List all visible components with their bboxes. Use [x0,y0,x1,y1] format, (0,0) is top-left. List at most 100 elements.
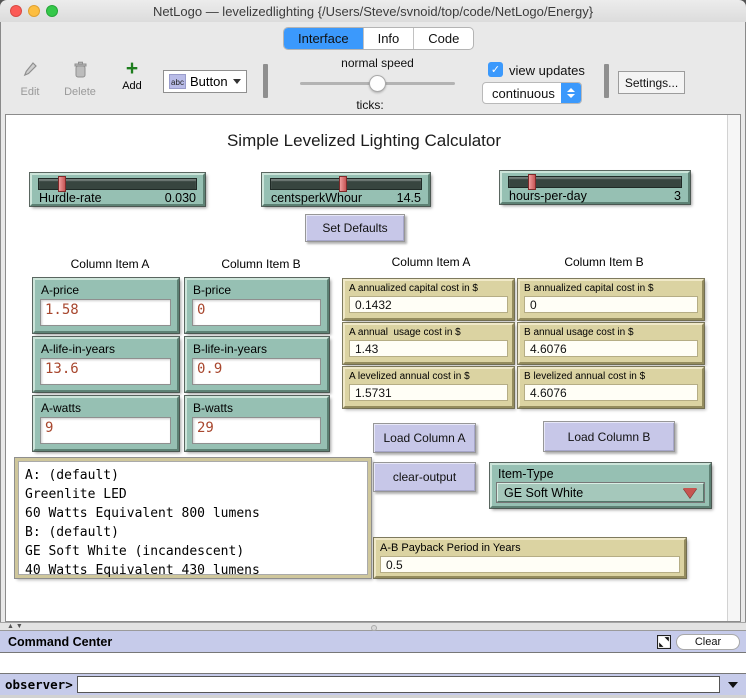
input-label: A-watts [35,398,177,416]
monitor-label: B annualized capital cost in $ [520,281,702,295]
input-b-watts[interactable]: B-watts 29 [185,396,329,451]
title-bar: NetLogo — levelizedlighting {/Users/Stev… [0,0,746,22]
item-type-chooser[interactable]: Item-Type GE Soft White [490,463,711,508]
splitter-grip-icon[interactable] [371,625,377,631]
add-button[interactable]: + Add [112,60,152,92]
view-updates-checkbox[interactable]: ✓ [488,62,503,77]
pencil-icon [23,61,38,79]
window-title: NetLogo — levelizedlighting {/Users/Stev… [0,4,746,19]
column-header-b-monitors: Column Item B [514,255,694,269]
slider-name: hours-per-day [509,189,587,203]
input-field[interactable]: 9 [40,417,171,444]
add-label: Add [112,80,152,92]
chevron-down-icon [233,79,241,84]
monitor-label: A levelized annual cost in $ [345,369,512,383]
model-title-note: Simple Levelized Lighting Calculator [6,131,722,151]
slider-centsperkwhour[interactable]: centsperkWhour 14.5 [262,173,430,206]
tab-interface[interactable]: Interface [284,28,364,49]
monitor-label: A annual usage cost in $ [345,325,512,339]
column-header-b-inputs: Column Item B [186,257,336,271]
input-field[interactable]: 29 [192,417,321,444]
monitor-label: A-B Payback Period in Years [376,540,684,555]
view-updates-label: view updates [509,63,585,78]
monitor-value: 0.1432 [349,296,508,313]
settings-button[interactable]: Settings... [618,71,685,94]
monitor-label: A annualized capital cost in $ [345,281,512,295]
update-mode-value: continuous [483,86,561,101]
slider-hours-per-day[interactable]: hours-per-day 3 [500,171,690,204]
widget-type-dropdown[interactable]: abc Button [163,70,247,93]
slider-value: 0.030 [165,191,196,205]
command-center-output [0,652,746,674]
monitor-value: 1.5731 [349,384,508,401]
monitor-a-annual-usage: A annual usage cost in $ 1.43 [343,323,514,364]
slider-name: centsperkWhour [271,191,362,205]
clear-output-button[interactable]: clear-output [373,462,476,492]
column-header-a-monitors: Column Item A [341,255,521,269]
slider-handle[interactable] [339,176,347,192]
plus-icon: + [112,60,152,78]
observer-prompt[interactable]: observer> [0,677,77,692]
column-header-a-inputs: Column Item A [30,257,190,271]
input-b-price[interactable]: B-price 0 [185,278,329,333]
delete-label: Delete [60,86,100,98]
slider-handle[interactable] [58,176,66,192]
monitor-b-annual-usage: B annual usage cost in $ 4.6076 [518,323,704,364]
load-column-a-button[interactable]: Load Column A [373,423,476,453]
monitor-label: B levelized annual cost in $ [520,369,702,383]
expand-icon[interactable] [657,635,671,649]
output-text: A: (default) Greenlite LED 60 Watts Equi… [18,461,368,575]
edit-label: Edit [10,86,50,98]
input-label: B-life-in-years [187,339,327,357]
command-center-header: Command Center Clear [0,631,746,652]
command-input[interactable] [77,676,720,693]
edit-button[interactable]: Edit [10,61,50,98]
update-mode-select[interactable]: continuous [482,82,582,104]
input-b-life-in-years[interactable]: B-life-in-years 0.9 [185,337,329,392]
input-field[interactable]: 1.58 [40,299,171,326]
widget-type-value: Button [190,74,229,89]
chooser-field[interactable]: GE Soft White [497,483,704,502]
speed-slider-label: normal speed [300,56,455,70]
input-a-watts[interactable]: A-watts 9 [33,396,179,451]
monitor-value: 1.43 [349,340,508,357]
input-field[interactable]: 13.6 [40,358,171,385]
slider-track[interactable] [508,176,682,188]
monitor-value: 4.6076 [524,384,698,401]
speed-slider[interactable] [300,82,455,85]
stepper-icons [561,82,581,104]
slider-hurdle-rate[interactable]: Hurdle-rate 0.030 [30,173,205,206]
history-dropdown-icon[interactable] [728,682,738,688]
tab-info[interactable]: Info [364,28,415,49]
command-center-splitter[interactable]: ▲▼ [0,622,746,631]
load-column-b-label: Load Column B [568,430,651,444]
input-a-price[interactable]: A-price 1.58 [33,278,179,333]
clear-button[interactable]: Clear [676,634,740,650]
chooser-dropdown-icon [683,488,697,498]
delete-button[interactable]: Delete [60,61,100,98]
monitor-value: 4.6076 [524,340,698,357]
tab-code[interactable]: Code [414,28,473,49]
tab-bar: Interface Info Code [283,27,474,50]
button-widget-icon: abc [169,74,186,89]
chooser-value: GE Soft White [504,486,683,500]
load-column-b-button[interactable]: Load Column B [543,421,675,452]
speed-slider-handle[interactable] [369,75,386,92]
vertical-scrollbar[interactable] [727,115,740,621]
splitter-collapse-icons[interactable]: ▲▼ [7,623,25,631]
monitor-value: 0 [524,296,698,313]
load-column-a-label: Load Column A [383,431,465,445]
input-field[interactable]: 0 [192,299,321,326]
input-field[interactable]: 0.9 [192,358,321,385]
monitor-value: 0.5 [380,556,680,573]
interface-panel: Simple Levelized Lighting Calculator Hur… [5,114,741,622]
input-a-life-in-years[interactable]: A-life-in-years 13.6 [33,337,179,392]
slider-track[interactable] [38,178,197,190]
set-defaults-button[interactable]: Set Defaults [305,214,405,242]
trash-icon [73,61,88,79]
command-center-title: Command Center [0,635,657,649]
netlogo-window: NetLogo — levelizedlighting {/Users/Stev… [0,0,746,698]
slider-handle[interactable] [528,174,536,190]
slider-track[interactable] [270,178,422,190]
monitor-b-levelized-annual: B levelized annual cost in $ 4.6076 [518,367,704,408]
